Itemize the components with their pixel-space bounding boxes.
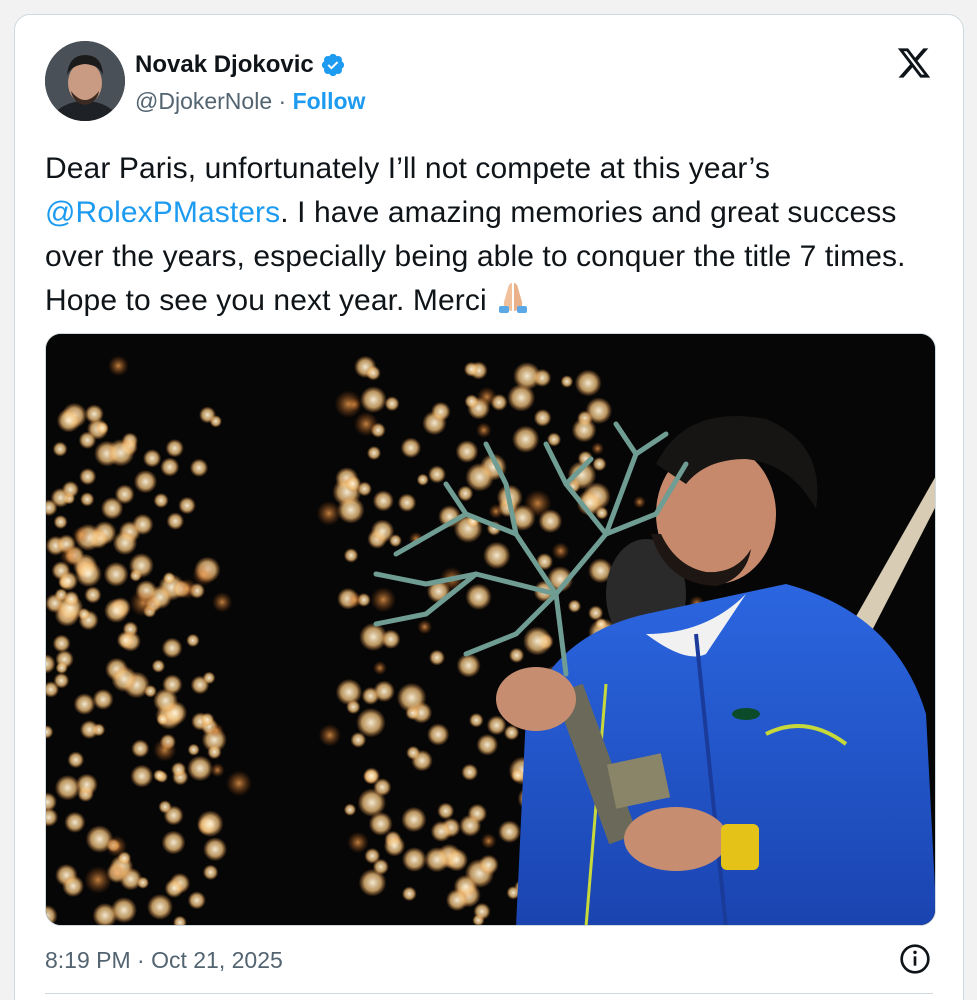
tweet-text: Dear Paris, unfortunately I’ll not compe… [45, 147, 925, 323]
author-handle-row: @DjokerNole · Follow [135, 87, 365, 115]
author-name-row: Novak Djokovic [135, 51, 346, 79]
tweet-text-part1: Dear Paris, unfortunately I’ll not compe… [45, 152, 770, 185]
info-icon[interactable] [899, 943, 931, 975]
avatar[interactable] [45, 41, 125, 121]
author-name[interactable]: Novak Djokovic [135, 51, 314, 79]
divider [45, 993, 933, 994]
folded-hands-icon [495, 280, 531, 314]
handle-separator: · [272, 88, 293, 114]
tweet-photo[interactable] [45, 333, 936, 926]
author-handle[interactable]: @DjokerNole [135, 88, 272, 114]
mention-link[interactable]: @RolexPMasters [45, 196, 280, 229]
verified-badge-icon [320, 52, 346, 78]
tweet-card: Novak Djokovic @DjokerNole · Follow Dear… [14, 14, 964, 1000]
tweet-timestamp[interactable]: 8:19 PM · Oct 21, 2025 [45, 945, 283, 975]
x-logo-icon[interactable] [895, 45, 933, 81]
follow-button[interactable]: Follow [293, 88, 366, 114]
